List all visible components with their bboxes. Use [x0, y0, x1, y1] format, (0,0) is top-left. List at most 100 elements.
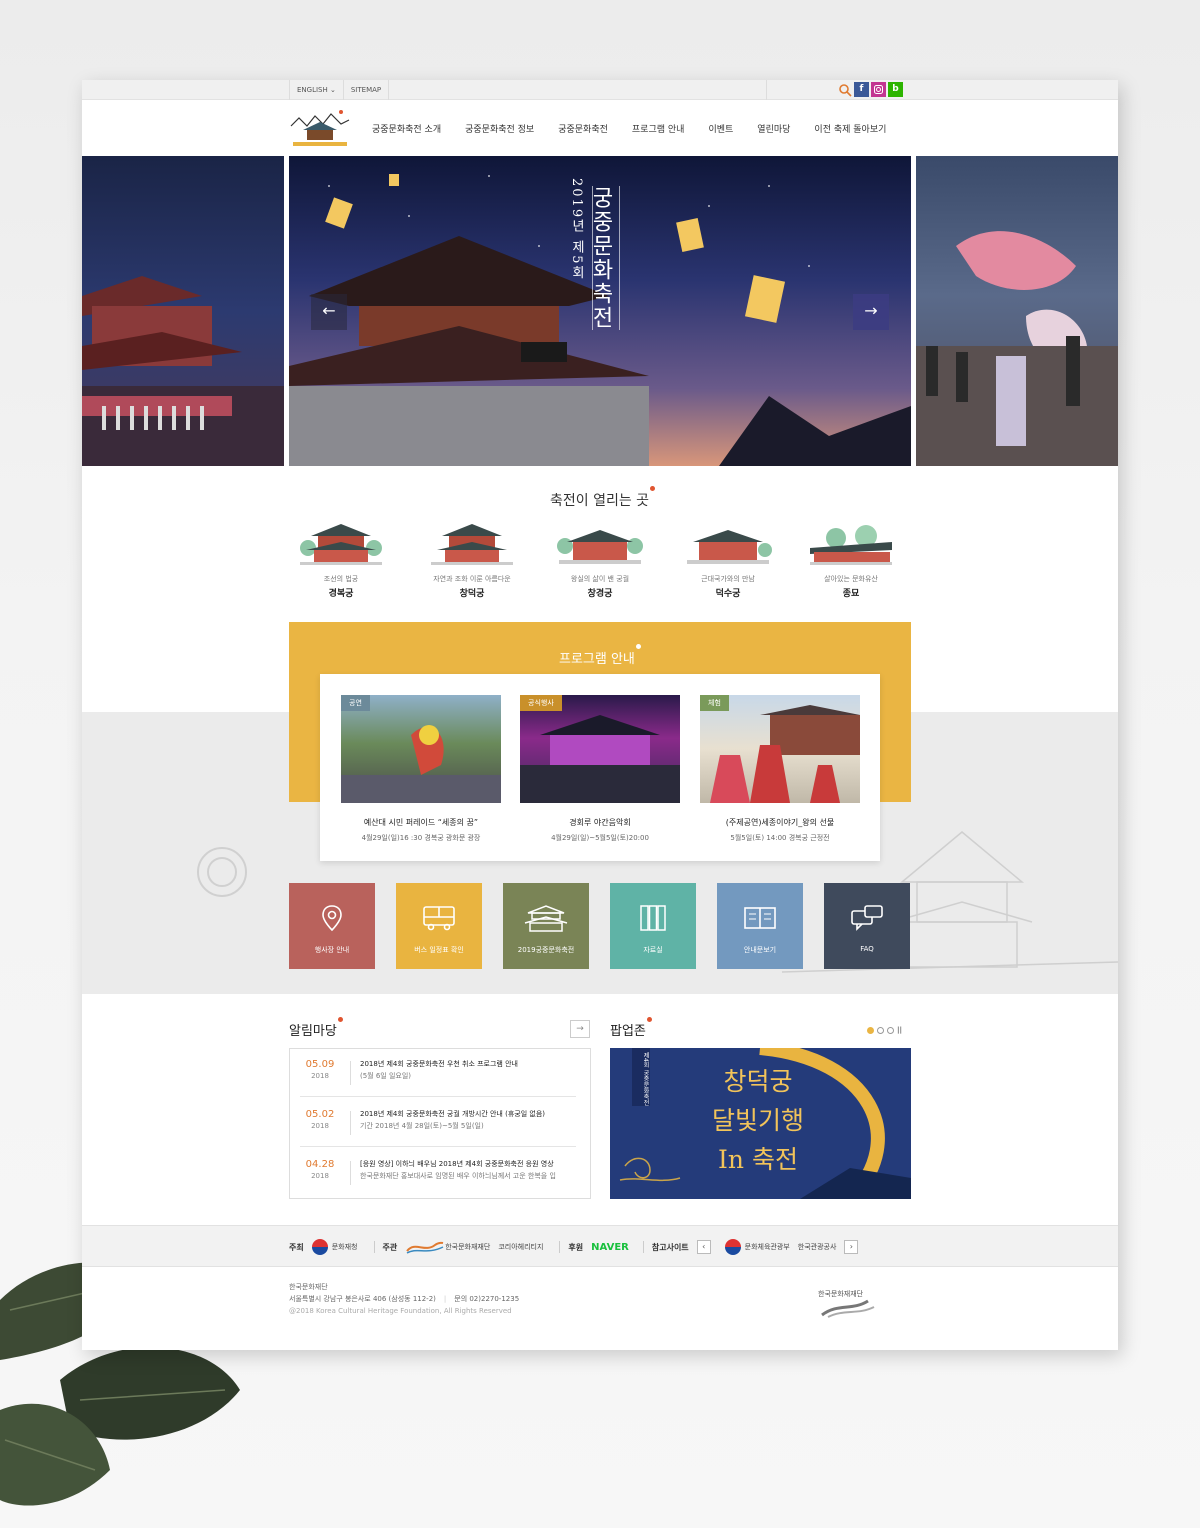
popup-zone-title: 팝업존	[610, 1017, 652, 1039]
ministry-logo[interactable]: 문화체육관광부	[745, 1242, 790, 1252]
title-dot	[635, 644, 641, 649]
program-name: (주제공연)세종이야기_왕의 선물	[725, 818, 835, 827]
tile-archive[interactable]: 자료실	[610, 883, 696, 969]
hero-slide-prev[interactable]	[82, 156, 284, 466]
nav-item-info[interactable]: 궁중문화축전 정보	[465, 122, 534, 135]
tile-bus-schedule[interactable]: 버스 일정표 확인	[396, 883, 482, 969]
organizer2-logo[interactable]: 코리아헤리티지	[498, 1242, 543, 1252]
palace-night-image	[82, 276, 284, 466]
place-changdeokgung[interactable]: 자연과 조화 이룬 아름다운 창덕궁	[417, 520, 527, 599]
notice-item[interactable]: 04.28 2018 [응원 영상] 이하늬 배우님 2018년 제4회 궁중문화…	[300, 1151, 576, 1197]
sponsor-divider	[373, 1241, 375, 1253]
hero-slide-current[interactable]: 2019년 제5회 궁중문화축전 ← →	[289, 156, 911, 466]
footer-contact: 문의 02)2270-1235	[454, 1295, 520, 1303]
search-icon[interactable]	[838, 83, 852, 97]
place-name: 덕수궁	[715, 589, 741, 599]
nav-item-archive[interactable]: 이전 축제 돌아보기	[814, 122, 886, 135]
place-name: 창경궁	[587, 589, 613, 599]
open-book-icon	[744, 907, 776, 929]
festival-logo[interactable]	[289, 108, 351, 148]
footer-info: 한국문화재단 서울특별시 강남구 봉은사로 406 (삼성동 112-2) | 문의…	[289, 1281, 519, 1317]
notice-title-text: 알림마당	[289, 1024, 337, 1039]
notice-summary: 기간 2018년 4월 28일(토)~5월 5일(일)	[360, 1122, 484, 1130]
notice-divider	[350, 1061, 351, 1085]
slider-prev-button[interactable]: ←	[311, 294, 347, 330]
place-subtitle: 자연과 조화 이룬 아름다운	[433, 575, 511, 583]
program-tag: 체험	[700, 695, 729, 711]
nav-item-program[interactable]: 프로그램 안내	[632, 122, 685, 135]
notice-list: 05.09 2018 2018년 제4회 궁중문화축전 우천 취소 프로그램 안내…	[289, 1048, 591, 1199]
pause-icon[interactable]: ||	[897, 1026, 902, 1034]
place-gyeongbokgung[interactable]: 조선의 법궁 경복궁	[286, 520, 396, 599]
tile-guide-book[interactable]: 안내문보기	[717, 883, 803, 969]
hero-title: 궁중문화축전	[588, 186, 620, 330]
place-jongmyo[interactable]: 살아있는 문화유산 종묘	[796, 520, 906, 599]
tile-label: 행사장 안내	[314, 946, 350, 954]
program-item-parade[interactable]: 공연 예산대 시민 퍼레이드 “세종의 꿈” 4월29일(일)16 :30 경복…	[341, 695, 501, 843]
notice-headline: 2018년 제4회 궁중문화축전 우천 취소 프로그램 안내	[360, 1060, 518, 1068]
tile-festival-2019[interactable]: 2019궁중문화축전	[503, 883, 589, 969]
sitemap-link[interactable]: SITEMAP	[342, 80, 390, 100]
popup-banner[interactable]: 제4회 궁중문화축전 창덕궁 달빛기행 In 축전	[610, 1048, 911, 1199]
place-subtitle: 왕실의 삶이 밴 궁궐	[570, 575, 630, 583]
footer-logo-text: 한국문화재재단	[818, 1290, 864, 1298]
popup-headline: 창덕궁 달빛기행 In 축전	[678, 1062, 838, 1179]
tourism-org-logo[interactable]: 한국관광공사	[798, 1242, 837, 1252]
facebook-icon[interactable]: f	[854, 82, 869, 97]
host-logo[interactable]: 문화재청	[332, 1242, 358, 1252]
notice-date: 05.02 2018	[300, 1109, 340, 1130]
notice-year: 2018	[311, 1172, 329, 1180]
notice-item[interactable]: 05.02 2018 2018년 제4회 궁중문화축전 궁궐 개방시간 안내 (휴…	[300, 1101, 576, 1147]
palace-gate-icon	[524, 905, 568, 932]
blog-icon[interactable]: b	[888, 82, 903, 97]
pager-dot[interactable]	[877, 1026, 884, 1034]
header: 궁중문화축전 소개 궁중문화축전 정보 궁중문화축전 프로그램 안내 이벤트 열…	[82, 100, 1118, 156]
chevron-left-icon[interactable]: ‹	[696, 1240, 711, 1254]
naver-logo[interactable]: NAVER	[591, 1242, 629, 1253]
reference-sites-label: 참고사이트	[651, 1242, 689, 1252]
pager-dot[interactable]	[887, 1026, 894, 1034]
notice-date: 05.09 2018	[300, 1059, 340, 1080]
slider-next-button[interactable]: →	[853, 294, 889, 330]
pager-dot-active[interactable]	[867, 1026, 874, 1034]
arrow-right-icon: →	[864, 301, 878, 320]
nav-item-event[interactable]: 이벤트	[708, 122, 733, 135]
place-changgyeonggung[interactable]: 왕실의 삶이 밴 궁궐 창경궁	[545, 520, 655, 599]
program-title-text: 프로그램 안내	[559, 652, 635, 667]
english-link[interactable]: ENGLISH ⌄	[289, 80, 343, 100]
program-tag: 공식행사	[520, 695, 562, 711]
notice-month-day: 05.09	[305, 1059, 335, 1070]
notice-month-day: 05.02	[305, 1109, 335, 1120]
notice-headline: [응원 영상] 이하늬 배우님 2018년 제4회 궁중문화축전 응원 영상	[360, 1160, 554, 1168]
nav-item-intro[interactable]: 궁중문화축전 소개	[372, 122, 441, 135]
program-item-concert[interactable]: 공식행사 경회루 야간음악회 4월29일(일)~5월5일(토)20:00	[520, 695, 680, 843]
chat-bubbles-icon	[851, 905, 883, 931]
program-card: 공연 예산대 시민 퍼레이드 “세종의 꿈” 4월29일(일)16 :30 경복…	[320, 674, 880, 861]
dragon-parade-image	[916, 231, 1118, 466]
program-tag: 공연	[341, 695, 370, 711]
foundation-footer-logo[interactable]: 한국문화재재단	[818, 1285, 914, 1319]
places-list: 조선의 법궁 경복궁 자연과 조화 이룬 아름다운 창덕궁 왕실의 삶이 밴 궁…	[289, 520, 911, 610]
program-date: 4월29일(일)~5월5일(토)20:00	[551, 834, 649, 842]
instagram-icon[interactable]	[871, 82, 886, 97]
place-deoksugung[interactable]: 근대국가와의 만남 덕수궁	[673, 520, 783, 599]
hero-slide-next[interactable]	[916, 156, 1118, 466]
program-item-performance[interactable]: 체험 (주제공연)세종이야기_왕의 선물 5월5일(토) 14:00 경복궁 근…	[700, 695, 860, 843]
map-pin-icon	[322, 905, 342, 932]
place-subtitle: 근대국가와의 만남	[701, 575, 755, 583]
palace-illustration	[687, 530, 772, 564]
tile-venue-guide[interactable]: 행사장 안내	[289, 883, 375, 969]
chevron-right-icon[interactable]: ›	[844, 1240, 859, 1254]
place-subtitle: 살아있는 문화유산	[824, 575, 878, 583]
nav-item-open-forum[interactable]: 열린마당	[757, 122, 790, 135]
notice-more-button[interactable]: →	[570, 1020, 590, 1038]
organizer-logo[interactable]: 한국문화재재단	[445, 1242, 490, 1252]
taegeuk-icon	[311, 1239, 328, 1255]
tile-faq[interactable]: FAQ	[824, 883, 910, 969]
nav-item-festival[interactable]: 궁중문화축전	[558, 122, 608, 135]
bus-icon	[423, 906, 455, 931]
notice-item[interactable]: 05.09 2018 2018년 제4회 궁중문화축전 우천 취소 프로그램 안내…	[300, 1051, 576, 1097]
notice-summary: 한국문화재단 홍보대사로 임명된 배우 이하늬님께서 고운 한복을 입	[360, 1172, 556, 1180]
popup-pager: ||	[867, 1026, 902, 1034]
notice-divider	[350, 1161, 351, 1185]
